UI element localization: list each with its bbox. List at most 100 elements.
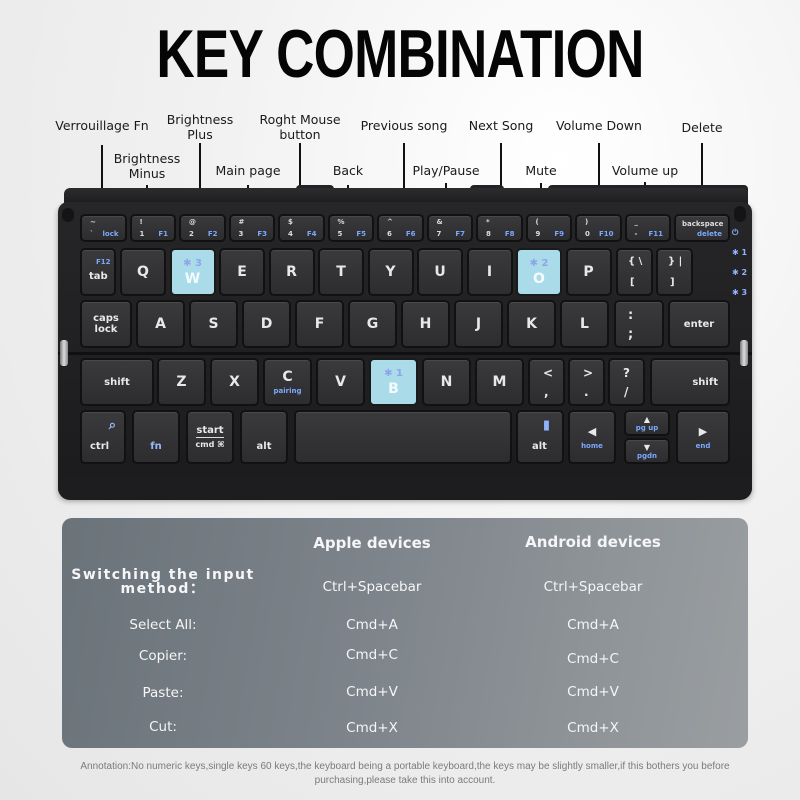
key-tab[interactable]: F12 tab bbox=[80, 248, 116, 296]
keyboard-base bbox=[58, 478, 752, 500]
key-home[interactable]: ◀ home bbox=[568, 410, 616, 464]
callout-volume-down: Volume Down bbox=[556, 118, 642, 133]
key-z[interactable]: Z bbox=[157, 358, 206, 406]
key-letter: H bbox=[419, 316, 432, 332]
key-o[interactable]: ✱ 2O bbox=[516, 248, 562, 296]
key-shift-symbol: : bbox=[628, 308, 634, 323]
key-k[interactable]: K bbox=[507, 300, 556, 348]
key-fn-7[interactable]: & 7 F7 bbox=[426, 214, 473, 242]
key-number: 0 bbox=[585, 230, 590, 238]
key-fn-2[interactable]: @2 F2 bbox=[179, 214, 226, 242]
key-f[interactable]: F bbox=[295, 300, 344, 348]
arrow-left-icon: ◀ bbox=[587, 424, 597, 438]
key-semicolon[interactable]: :; bbox=[614, 300, 664, 348]
key-w[interactable]: ✱ 3W bbox=[169, 248, 216, 296]
key-h[interactable]: H bbox=[401, 300, 450, 348]
arrow-right-icon: ▶ bbox=[698, 424, 708, 438]
key-fn[interactable]: fn bbox=[132, 410, 180, 464]
key-r[interactable]: R bbox=[268, 248, 315, 296]
key-t[interactable]: T bbox=[318, 248, 364, 296]
key-shift-symbol: @ bbox=[189, 218, 196, 226]
key-fn-8[interactable]: * 8 F8 bbox=[476, 214, 523, 242]
row-label: Switching the input method： bbox=[71, 567, 255, 597]
key-u[interactable]: U bbox=[417, 248, 463, 296]
apple-shortcut: Cmd+V bbox=[346, 684, 398, 700]
key-letter: P bbox=[583, 264, 594, 280]
key-fn-1[interactable]: ! 1 F1 bbox=[129, 214, 176, 242]
key-q[interactable]: Q bbox=[120, 248, 166, 296]
key-label: tab bbox=[89, 271, 108, 282]
hinge-clip-left bbox=[60, 340, 68, 366]
key-punct-0[interactable]: <, bbox=[528, 358, 565, 406]
key-c[interactable]: Cpairing bbox=[263, 358, 312, 406]
key-v[interactable]: V bbox=[316, 358, 365, 406]
callout-play-pause: Play/Pause bbox=[412, 163, 480, 178]
key-fn-`[interactable]: ~ ` lock bbox=[80, 214, 127, 242]
key-letter: C bbox=[282, 369, 293, 385]
key-enter[interactable]: enter bbox=[668, 300, 730, 348]
key-y[interactable]: Y bbox=[367, 248, 414, 296]
key-punct-2[interactable]: ? / bbox=[608, 358, 645, 406]
key-shift-symbol: ^ bbox=[387, 218, 393, 226]
key-fn-label: F6 bbox=[405, 230, 416, 238]
key-ctrl[interactable]: ⌕ ctrl bbox=[80, 410, 126, 464]
key-shift-symbol: ~ bbox=[90, 218, 96, 226]
key-shift-symbol: ! bbox=[139, 218, 143, 226]
row-label: Copier: bbox=[138, 648, 188, 664]
key-start-cmd[interactable]: start cmd ⌘ bbox=[186, 410, 234, 464]
key-backspace[interactable]: backspace delete bbox=[674, 214, 730, 242]
key-a[interactable]: A bbox=[136, 300, 185, 348]
key-label: alt bbox=[256, 441, 272, 452]
key-fn-label: F11 bbox=[648, 230, 663, 238]
key-alt-right[interactable]: ▮ alt bbox=[516, 410, 564, 464]
key-number: 1 bbox=[139, 230, 145, 238]
key-s[interactable]: S bbox=[189, 300, 238, 348]
shortcut-table bbox=[62, 518, 748, 748]
key-fn--[interactable]: _ - F11 bbox=[624, 214, 671, 242]
key-fn-4[interactable]: $4 F4 bbox=[278, 214, 325, 242]
key-bracket-1[interactable]: } |] bbox=[656, 248, 693, 296]
key-number: ` bbox=[90, 230, 94, 238]
key-shift-symbol: $ bbox=[288, 218, 293, 226]
key-letter: D bbox=[260, 316, 273, 332]
row-label: Select All: bbox=[129, 617, 197, 633]
key-d[interactable]: D bbox=[242, 300, 291, 348]
key-symbol: [ bbox=[630, 277, 635, 288]
apple-shortcut: Ctrl+Spacebar bbox=[322, 579, 422, 595]
key-fn-9[interactable]: (9 F9 bbox=[525, 214, 572, 242]
key-shift-left[interactable]: shift bbox=[80, 358, 154, 406]
key-fn-3[interactable]: #3 F3 bbox=[228, 214, 275, 242]
key-x[interactable]: X bbox=[210, 358, 259, 406]
key-g[interactable]: G bbox=[348, 300, 397, 348]
key-shift-right[interactable]: shift bbox=[650, 358, 730, 406]
bluetooth-channel-icon: ✱ 2 bbox=[529, 257, 549, 269]
key-end[interactable]: ▶ end bbox=[676, 410, 730, 464]
key-b[interactable]: ✱ 1B bbox=[369, 358, 418, 406]
key-alt-left[interactable]: alt bbox=[240, 410, 288, 464]
key-m[interactable]: M bbox=[475, 358, 524, 406]
key-label: alt bbox=[532, 441, 547, 452]
key-letter: K bbox=[526, 316, 537, 332]
key-fn-0[interactable]: ) 0 F10 bbox=[575, 214, 622, 242]
key-number: 8 bbox=[486, 230, 491, 238]
key-i[interactable]: I bbox=[466, 248, 513, 296]
key-number: 2 bbox=[189, 230, 194, 238]
key-shift-symbol: } | bbox=[668, 256, 683, 267]
key-fn-6[interactable]: ^ 6 F6 bbox=[377, 214, 424, 242]
key-pgup[interactable]: ▲ pg up bbox=[624, 410, 670, 436]
key-e[interactable]: E bbox=[219, 248, 265, 296]
key-n[interactable]: N bbox=[422, 358, 471, 406]
key-label: caps lock bbox=[93, 313, 119, 335]
key-p[interactable]: P bbox=[565, 248, 612, 296]
key-punct-1[interactable]: >. bbox=[568, 358, 605, 406]
key-fn-5[interactable]: % 5 F5 bbox=[327, 214, 374, 242]
key-spacebar[interactable] bbox=[294, 410, 512, 464]
key-label: start bbox=[196, 425, 224, 438]
key-bracket-0[interactable]: { \ [ bbox=[616, 248, 653, 296]
power-indicator-icon: ⏻ bbox=[732, 228, 739, 237]
key-l[interactable]: L bbox=[560, 300, 609, 348]
search-icon: ⌕ bbox=[108, 418, 116, 433]
key-caps-lock[interactable]: caps lock bbox=[80, 300, 132, 348]
key-pgdn[interactable]: ▼ pgdn bbox=[624, 438, 670, 464]
key-j[interactable]: J bbox=[454, 300, 503, 348]
